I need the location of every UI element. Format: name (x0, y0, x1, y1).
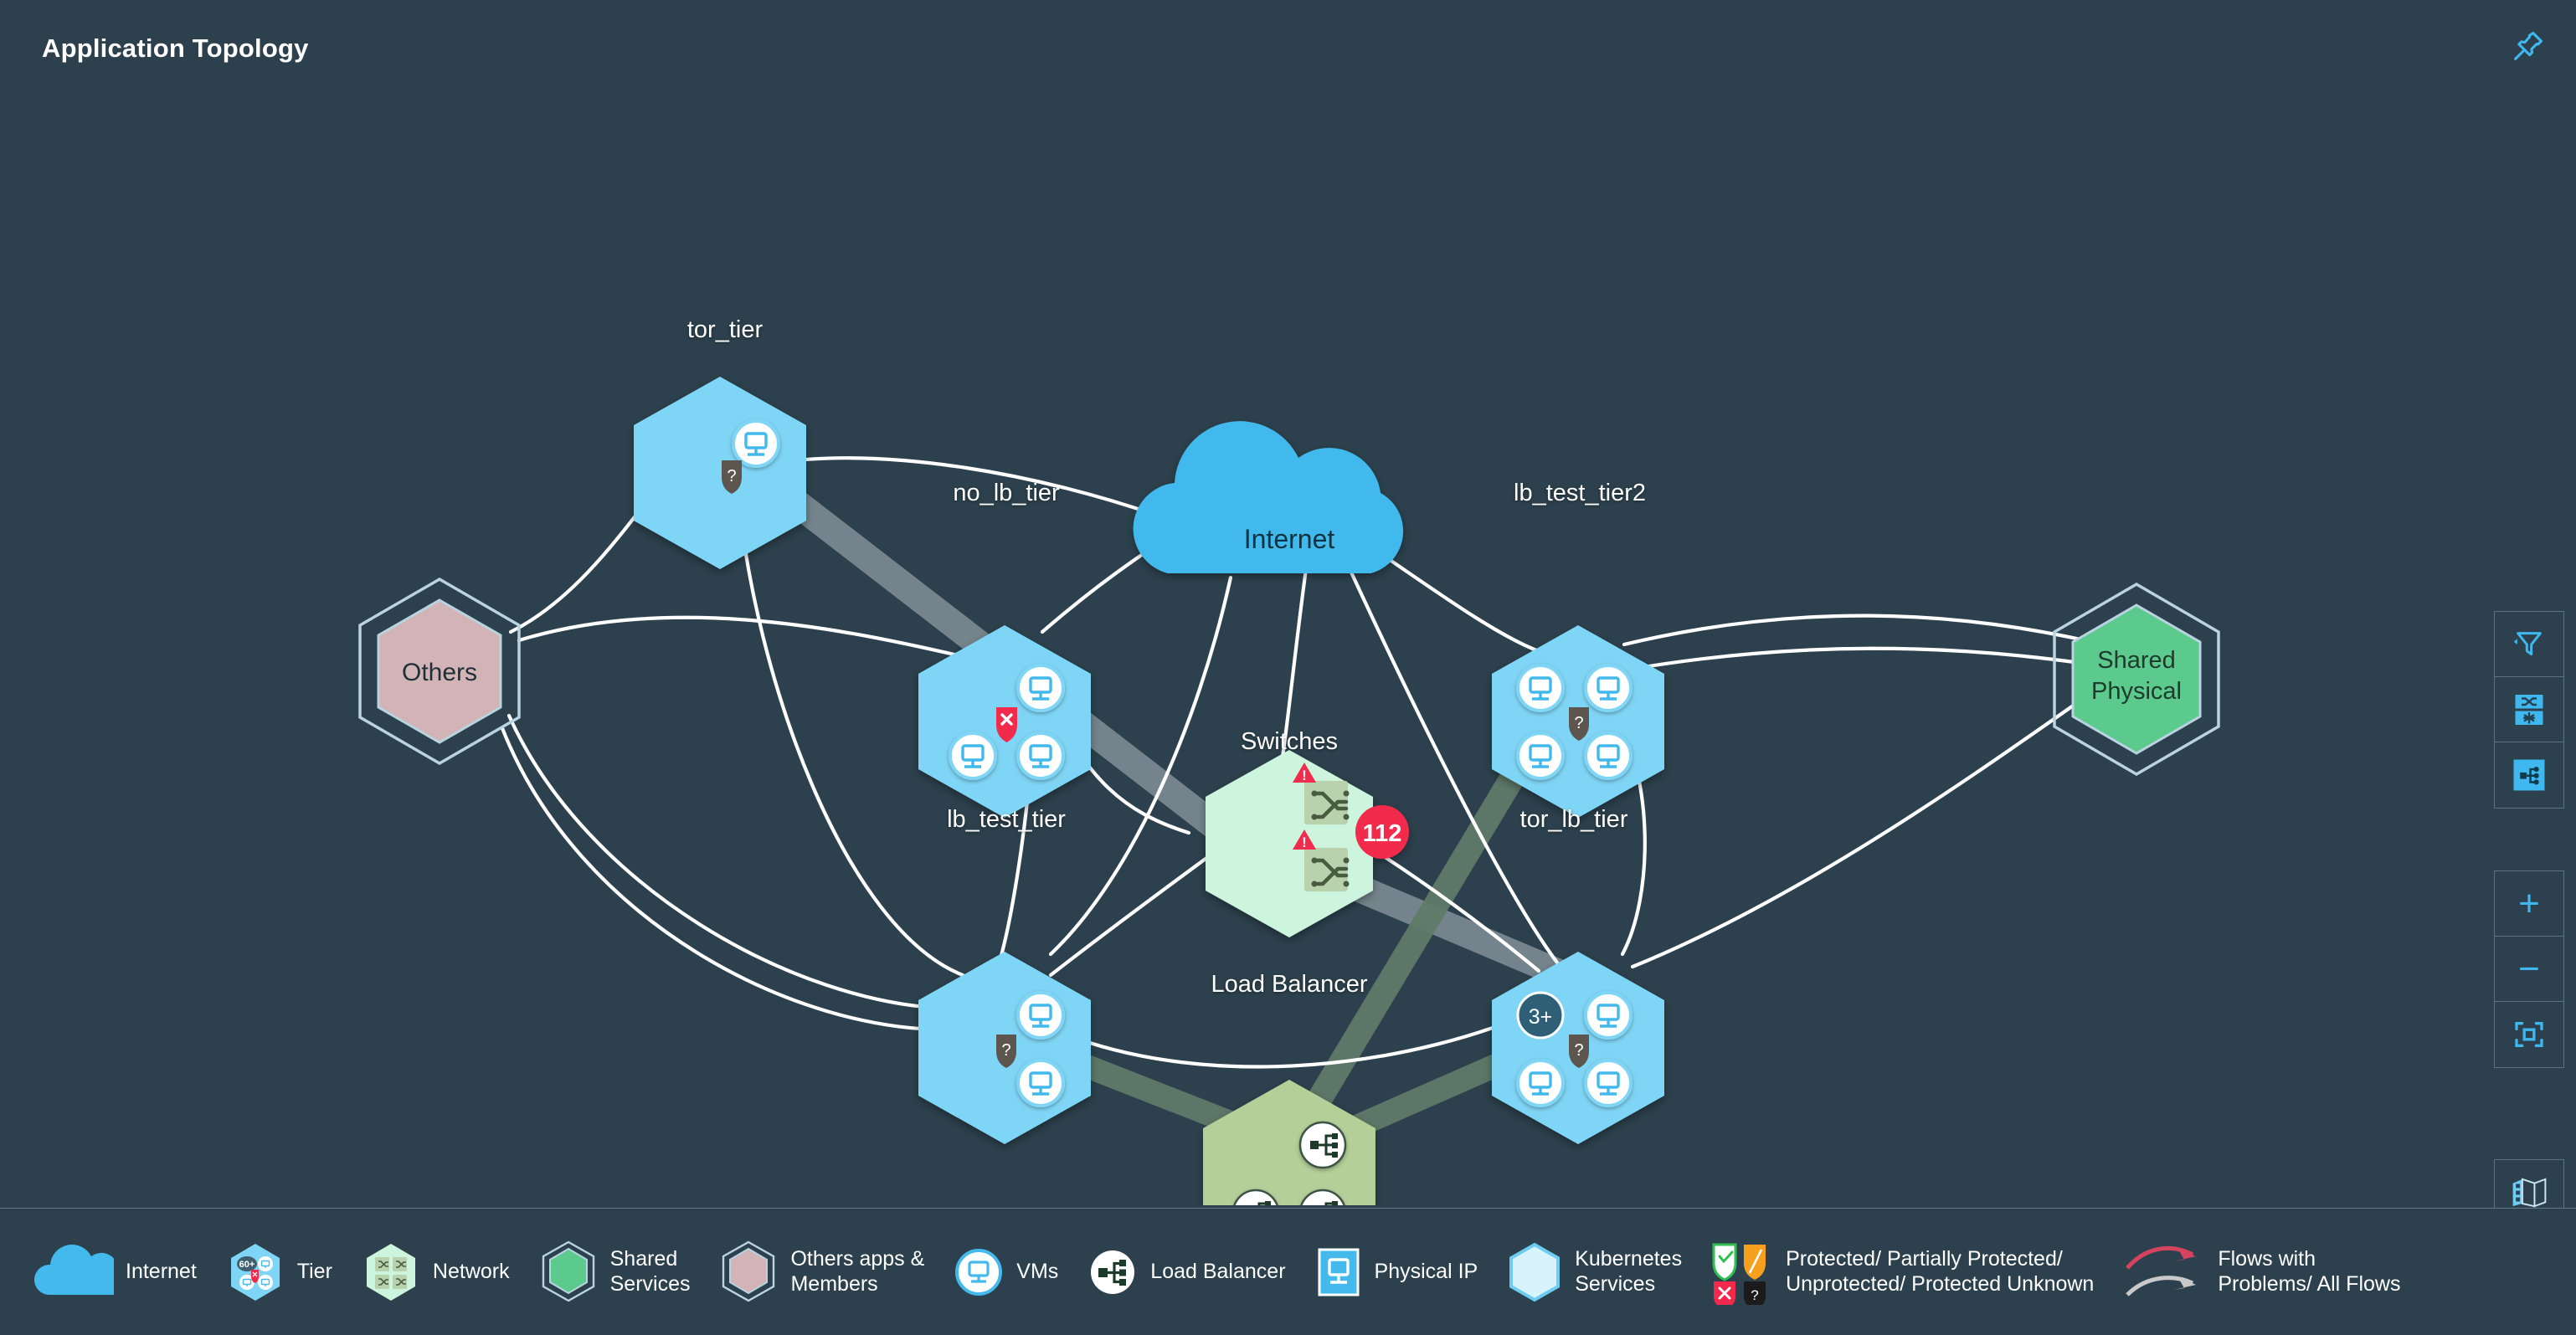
legend-vms[interactable]: VMs (953, 1246, 1058, 1298)
pin-icon[interactable] (2499, 18, 2558, 74)
legend-flows-label: Flows with Problems/ All Flows (2218, 1247, 2401, 1296)
kubernetes-hexagon-icon (1506, 1241, 1563, 1303)
zoom-out-button[interactable]: − (2495, 937, 2563, 1002)
vm-icon[interactable] (1016, 732, 1065, 780)
alert-count-text: 112 (1363, 820, 1402, 847)
vm-overflow-text: 3+ (1529, 1005, 1553, 1029)
alert-count-badge[interactable]: 112 (1355, 805, 1409, 859)
fit-screen-icon (2515, 1022, 2543, 1047)
vm-icon[interactable] (949, 732, 997, 780)
topology-canvas[interactable]: Others Shared Physical Internet ? ? ! ! … (0, 92, 2576, 1205)
legend-internet[interactable]: Internet (33, 1244, 197, 1300)
network-switch-icon (2515, 694, 2543, 725)
svg-text:!: ! (1302, 834, 1307, 850)
legend-shared[interactable]: Shared Services (538, 1240, 691, 1304)
zoom-in-button[interactable]: + (2495, 871, 2563, 937)
fit-screen-button[interactable] (2495, 1002, 2563, 1067)
node-lb_test_tier[interactable]: ? (918, 952, 1091, 1144)
svg-text:?: ? (1574, 1041, 1583, 1060)
cloud-icon (33, 1244, 114, 1300)
legend-physical-label: Physical IP (1374, 1259, 1478, 1283)
legend-tier[interactable]: 60+ Tier (225, 1241, 332, 1303)
load-balancer-icon (1087, 1246, 1139, 1298)
vm-icon[interactable] (1584, 732, 1632, 780)
load-balancer-icon (2513, 759, 2545, 791)
tier-hexagon-icon: 60+ (225, 1241, 285, 1303)
legend-physical[interactable]: Physical IP (1314, 1246, 1478, 1298)
node-label-switches: Switches (1240, 728, 1339, 755)
svg-text:?: ? (727, 467, 736, 485)
plus-icon: + (2518, 882, 2540, 924)
vm-icon[interactable] (1016, 664, 1065, 712)
node-tor_tier[interactable]: ? (634, 377, 806, 569)
flow-arrows-icon (2122, 1243, 2206, 1302)
legend-others-label: Others apps & Members (790, 1247, 925, 1296)
node-no_lb_tier[interactable] (918, 625, 1091, 818)
legend-internet-label: Internet (126, 1259, 197, 1283)
node-internet[interactable]: Internet (1133, 421, 1404, 573)
vm-icon[interactable] (1584, 991, 1632, 1040)
vm-icon[interactable] (1584, 664, 1632, 712)
node-shared-physical[interactable]: Shared Physical (2053, 582, 2220, 777)
toolbar-group-view (2494, 611, 2564, 809)
legend-tier-label: Tier (296, 1259, 332, 1283)
vm-icon[interactable] (1516, 732, 1565, 780)
legend-protection-label: Protected/ Partially Protected/ Unprotec… (1786, 1247, 2095, 1296)
load-balancer-icon[interactable] (1298, 1121, 1347, 1169)
vm-icon[interactable] (1016, 991, 1065, 1040)
legend-lb[interactable]: Load Balancer (1087, 1246, 1286, 1298)
filter-button[interactable] (2495, 612, 2563, 677)
node-shared-physical-label-1: Shared (2097, 647, 2176, 674)
network-toggle-button[interactable] (2495, 677, 2563, 742)
network-hexagon-icon (361, 1241, 421, 1303)
node-internet-label: Internet (1244, 524, 1335, 554)
legend-flows[interactable]: Flows with Problems/ All Flows (2122, 1243, 2400, 1302)
legend-network[interactable]: Network (361, 1241, 510, 1303)
legend-lb-label: Load Balancer (1150, 1259, 1286, 1283)
node-label-load_balancer: Load Balancer (1211, 971, 1368, 998)
vm-icon[interactable] (1516, 1059, 1565, 1107)
vm-overflow-badge[interactable]: 3+ (1516, 991, 1565, 1040)
legend-k8s-label: Kubernetes Services (1575, 1247, 1683, 1296)
legend-shared-label: Shared Services (609, 1247, 691, 1296)
svg-text:?: ? (1574, 714, 1583, 732)
vm-icon[interactable] (1584, 1059, 1632, 1107)
node-label-lb_test_tier2: lb_test_tier2 (1514, 480, 1646, 506)
legend-k8s[interactable]: Kubernetes Services (1506, 1241, 1682, 1303)
node-tor_lb_tier[interactable]: 3+ ? (1492, 952, 1664, 1144)
node-label-tor_tier: tor_tier (686, 316, 764, 343)
application-topology-page: Application Topology Others Shared Physi… (0, 0, 2576, 1335)
svg-text:60+: 60+ (239, 1260, 255, 1270)
legend-protection[interactable]: ? Protected/ Partially Protected/ Unprot… (1710, 1240, 2094, 1305)
legend-others[interactable]: Others apps & Members (718, 1240, 924, 1304)
node-label-no_lb_tier: no_lb_tier (953, 480, 1060, 506)
vm-icon[interactable] (732, 419, 780, 468)
vm-icon[interactable] (1016, 1059, 1065, 1107)
svg-text:?: ? (1751, 1287, 1758, 1303)
legend-vms-label: VMs (1016, 1259, 1059, 1283)
others-hexagon-icon (718, 1240, 779, 1304)
shared-hexagon-icon (538, 1240, 599, 1304)
minus-icon: − (2518, 947, 2540, 989)
filter-icon (2513, 631, 2542, 655)
legend-network-label: Network (432, 1259, 510, 1283)
shield-set-icon: ? (1710, 1240, 1774, 1305)
node-others-label: Others (402, 659, 477, 686)
physical-ip-icon (1314, 1246, 1363, 1298)
toolbar-group-zoom: + − (2494, 870, 2564, 1068)
header: Application Topology (0, 0, 2576, 100)
node-shared-physical-label-2: Physical (2091, 678, 2182, 705)
page-title: Application Topology (42, 33, 309, 63)
legend-bar: Internet 60+ Tier Network Shared Service… (0, 1208, 2576, 1335)
svg-text:!: ! (1302, 768, 1307, 783)
node-label-lb_test_tier: lb_test_tier (947, 806, 1066, 833)
map-legend-icon (2512, 1178, 2547, 1208)
node-load_balancer[interactable] (1203, 1080, 1375, 1205)
lb-toggle-button[interactable] (2495, 742, 2563, 808)
vm-icon (953, 1246, 1005, 1298)
svg-text:?: ? (1001, 1041, 1010, 1060)
node-label-tor_lb_tier: tor_lb_tier (1519, 806, 1628, 833)
vm-icon[interactable] (1516, 664, 1565, 712)
node-others[interactable]: Others (358, 577, 521, 766)
